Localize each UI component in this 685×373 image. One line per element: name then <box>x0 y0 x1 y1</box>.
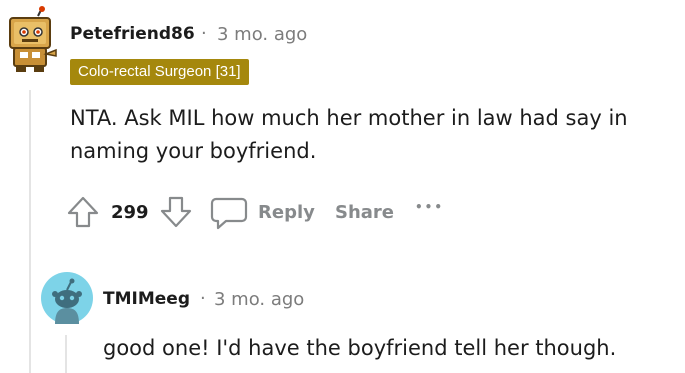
reply-meta-separator: · <box>200 288 206 309</box>
reply-thread-line[interactable] <box>65 335 67 373</box>
comment-body-line: NTA. Ask MIL how much her mother in law … <box>70 106 628 130</box>
reply-username[interactable]: TMIMeeg <box>103 289 190 309</box>
meta-separator: · <box>201 23 207 44</box>
more-options-button[interactable]: ••• <box>415 200 444 214</box>
comment-timestamp[interactable]: 3 mo. ago <box>217 24 307 45</box>
user-flair: Colo-rectal Surgeon [31] <box>70 59 249 85</box>
reply-body: good one! I'd have the boyfriend tell he… <box>103 336 617 360</box>
reply-button[interactable]: Reply <box>210 195 316 231</box>
comment-body-line: naming your boyfriend. <box>70 139 317 163</box>
more-horizontal-icon: ••• <box>415 200 445 214</box>
upvote-button[interactable] <box>66 195 100 229</box>
snoo-avatar-icon <box>41 272 93 324</box>
vote-count: 299 <box>111 202 149 223</box>
arrow-up-icon <box>67 196 99 228</box>
robot-avatar-icon <box>9 6 57 72</box>
downvote-button[interactable] <box>159 195 193 229</box>
arrow-down-icon <box>160 196 192 228</box>
reply-timestamp[interactable]: 3 mo. ago <box>214 289 304 310</box>
share-button[interactable]: Share <box>335 202 394 223</box>
thread-line[interactable] <box>29 90 31 373</box>
comment-body: NTA. Ask MIL how much her mother in law … <box>70 102 680 168</box>
user-avatar[interactable] <box>2 6 58 76</box>
reply-label: Reply <box>258 202 315 223</box>
comment-username[interactable]: Petefriend86 <box>70 24 195 44</box>
comment-bubble-icon <box>210 195 248 231</box>
reply-user-avatar[interactable] <box>41 272 93 324</box>
